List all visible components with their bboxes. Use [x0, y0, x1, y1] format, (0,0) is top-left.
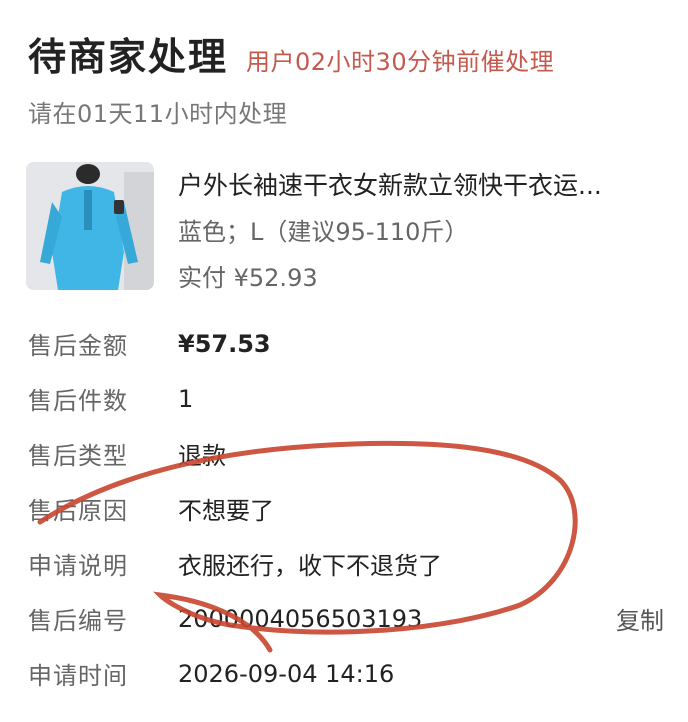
detail-value: ¥57.53	[178, 329, 271, 358]
detail-label: 售后编号	[28, 607, 128, 635]
product-card[interactable]: 户外长袖速干衣女新款立领快干衣运... 蓝色；L（建议95-110斤） 实付 ¥…	[26, 162, 666, 292]
product-paid-price: 实付 ¥52.93	[178, 264, 318, 292]
detail-row-order-number: 售后编号 2000004056503193 复制	[28, 591, 668, 646]
detail-value: 不想要了	[178, 497, 274, 525]
detail-value: 衣服还行，收下不退货了	[178, 552, 442, 580]
product-spec: 蓝色；L（建议95-110斤）	[178, 218, 469, 246]
detail-label: 申请说明	[28, 552, 128, 580]
copy-button[interactable]: 复制	[616, 601, 664, 636]
detail-label: 售后件数	[28, 387, 128, 415]
detail-value: 退款	[178, 442, 226, 470]
detail-label: 申请时间	[28, 662, 128, 690]
detail-value: 2000004056503193	[178, 604, 423, 633]
detail-label: 售后类型	[28, 442, 128, 470]
detail-row-reason: 售后原因 不想要了	[28, 481, 668, 536]
detail-row-amount: 售后金额 ¥57.53	[28, 316, 668, 371]
detail-label: 售后原因	[28, 497, 128, 525]
product-photo-icon[interactable]	[26, 162, 154, 290]
product-photo-graphic	[26, 162, 154, 290]
detail-value: 1	[178, 384, 194, 413]
deadline-text: 请在01天11小时内处理	[28, 100, 288, 128]
detail-row-description: 申请说明 衣服还行，收下不退货了	[28, 536, 668, 591]
urge-notice: 用户02小时30分钟前催处理	[246, 48, 555, 76]
detail-row-type: 售后类型 退款	[28, 426, 668, 481]
detail-label: 售后金额	[28, 332, 128, 360]
detail-row-quantity: 售后件数 1	[28, 371, 668, 426]
detail-row-apply-time: 申请时间 2026-09-04 14:16	[28, 646, 668, 701]
after-sale-details: 售后金额 ¥57.53 售后件数 1 售后类型 退款 售后原因 不想要了 申请说…	[28, 316, 668, 701]
detail-value: 2026-09-04 14:16	[178, 659, 395, 688]
product-name[interactable]: 户外长袖速干衣女新款立领快干衣运...	[178, 166, 602, 202]
page-title: 待商家处理	[28, 35, 229, 79]
header: 待商家处理 用户02小时30分钟前催处理	[28, 26, 554, 81]
